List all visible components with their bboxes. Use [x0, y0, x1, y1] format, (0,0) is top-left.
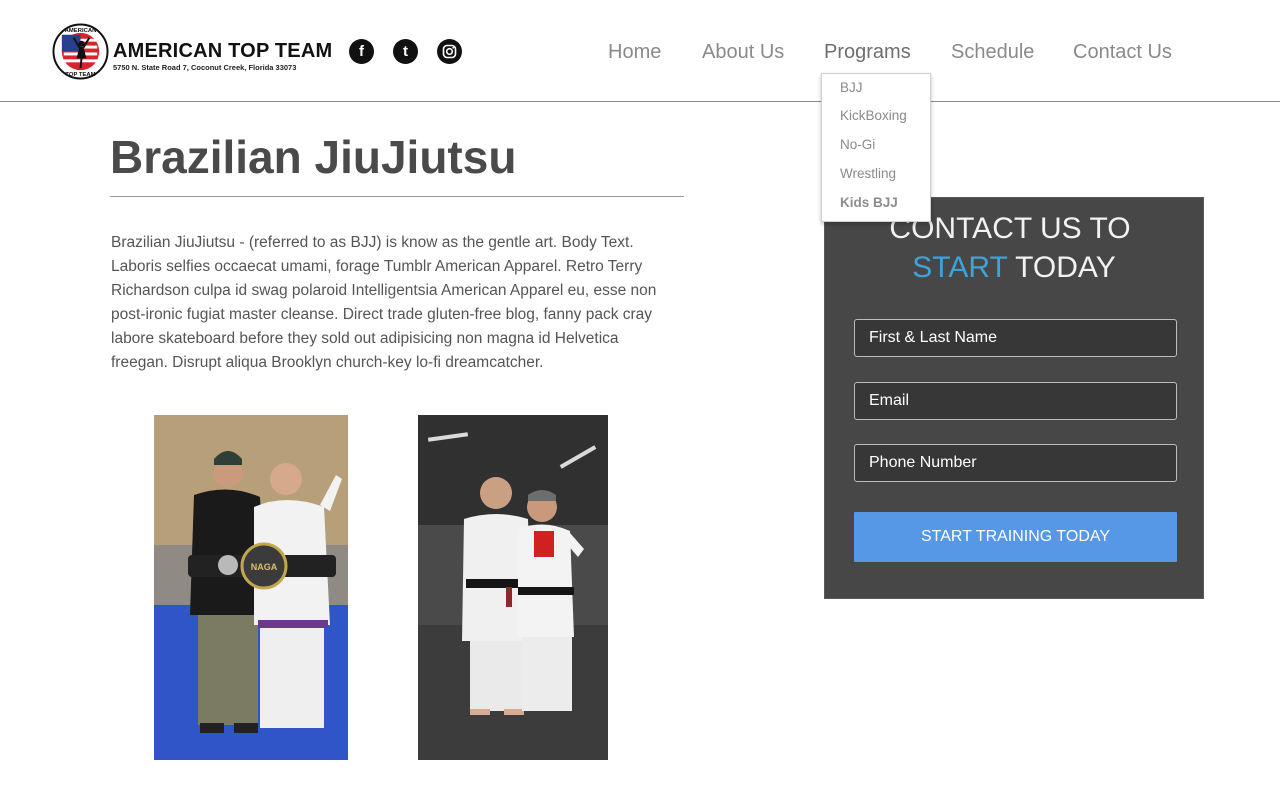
seal-logo-icon: AMERICAN TOP TEAM	[52, 23, 109, 80]
page-title: Brazilian JiuJiutsu	[110, 131, 517, 183]
contact-heading-today: TODAY	[1007, 251, 1116, 284]
menu-item-no-gi[interactable]: No-Gi	[840, 137, 875, 152]
nav-home[interactable]: Home	[608, 41, 661, 64]
svg-text:NAGA: NAGA	[251, 562, 278, 572]
contact-heading-start: START	[912, 251, 1008, 284]
photo-belt-award-illustration: NAGA	[154, 415, 348, 760]
program-description: Brazilian JiuJiutsu - (referred to as BJ…	[111, 234, 657, 371]
menu-item-bjj[interactable]: BJJ	[840, 80, 863, 95]
phone-field[interactable]: Phone Number	[854, 444, 1177, 482]
twitter-icon[interactable]: t	[393, 39, 418, 64]
nav-schedule[interactable]: Schedule	[951, 41, 1034, 64]
programs-dropdown-menu: BJJ KickBoxing No-Gi Wrestling Kids BJJ	[821, 73, 931, 222]
photo-instructors-gym	[418, 415, 608, 760]
menu-item-kids-bjj[interactable]: Kids BJJ	[840, 195, 898, 210]
photo-instructors-gym-illustration	[418, 415, 608, 760]
nav-contact-us[interactable]: Contact Us	[1073, 41, 1172, 64]
start-training-button[interactable]: START TRAINING TODAY	[854, 512, 1177, 562]
nav-programs[interactable]: Programs	[824, 41, 911, 64]
nav-about-us[interactable]: About Us	[702, 41, 784, 64]
brand-logo[interactable]: AMERICAN TOP TEAM AMERICAN TOP TEAM 5750…	[52, 23, 332, 81]
instagram-icon[interactable]	[437, 39, 462, 64]
facebook-icon[interactable]: f	[349, 39, 374, 64]
contact-heading-line2: START TODAY	[825, 251, 1203, 285]
title-divider	[110, 196, 684, 197]
brand-name: AMERICAN TOP TEAM	[113, 40, 333, 62]
menu-item-wrestling[interactable]: Wrestling	[840, 166, 896, 181]
instagram-glyph	[442, 44, 457, 59]
email-field[interactable]: Email	[854, 382, 1177, 420]
photo-belt-award: NAGA	[154, 415, 348, 760]
brand-address: 5750 N. State Road 7, Coconut Creek, Flo…	[113, 63, 297, 72]
menu-item-kickboxing[interactable]: KickBoxing	[840, 108, 907, 123]
site-header: AMERICAN TOP TEAM AMERICAN TOP TEAM 5750…	[0, 0, 1280, 102]
svg-text:TOP TEAM: TOP TEAM	[65, 72, 95, 78]
svg-text:AMERICAN: AMERICAN	[65, 28, 97, 34]
name-field[interactable]: First & Last Name	[854, 319, 1177, 357]
contact-form-panel: CONTACT US TO START TODAY First & Last N…	[824, 197, 1204, 599]
